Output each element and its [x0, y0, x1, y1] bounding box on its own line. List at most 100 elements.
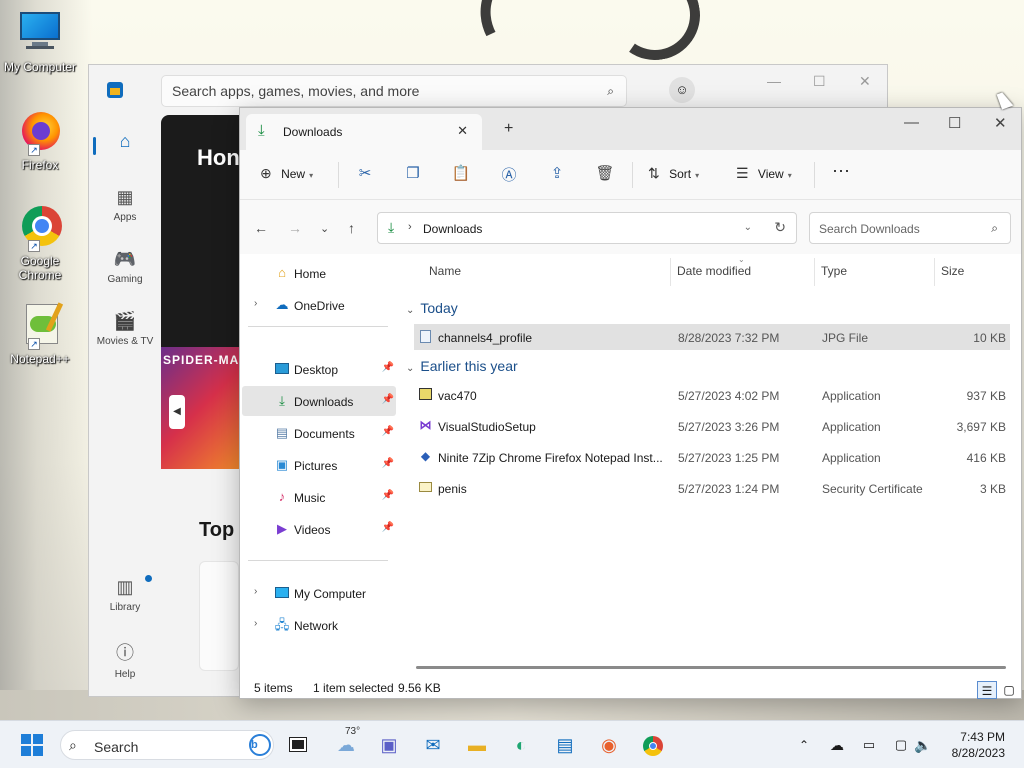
address-folder[interactable]: Downloads	[423, 222, 482, 236]
tab-downloads[interactable]: ⤓ Downloads ✕	[246, 114, 482, 150]
store-nav-gaming[interactable]: 🎮 Gaming	[93, 249, 157, 285]
task-view-icon[interactable]	[286, 731, 310, 759]
volume-icon[interactable]: 🔈	[912, 731, 934, 759]
tiles-view-icon[interactable]: ▢	[999, 681, 1019, 699]
pin-icon[interactable]: 📌	[382, 458, 394, 469]
sidebar-item-onedrive[interactable]: › ☁ OneDrive	[242, 290, 396, 320]
store-search-input[interactable]: Search apps, games, movies, and more ⌕	[161, 75, 627, 107]
group-header-today[interactable]: ⌄ Today	[406, 300, 458, 316]
close-tab-icon[interactable]: ✕	[457, 123, 468, 139]
file-list[interactable]: Name Date modified ⌄ Type Size ⌄ Today ch…	[400, 254, 1020, 670]
bing-icon[interactable]: b	[249, 734, 271, 756]
chrome-icon[interactable]	[639, 731, 667, 759]
sidebar-item-documents[interactable]: ▤ Documents 📌	[242, 418, 396, 448]
chevron-right-icon[interactable]: ›	[254, 586, 257, 597]
explorer-close-button[interactable]: ✕	[994, 114, 1007, 132]
store-minimize-button[interactable]: —	[767, 73, 781, 89]
sidebar-item-music[interactable]: ♪ Music 📌	[242, 482, 396, 512]
network-status-icon[interactable]: ▢	[890, 731, 912, 759]
delete-icon[interactable]: 🗑	[595, 164, 615, 182]
share-icon[interactable]: ⇪	[547, 164, 567, 182]
keyboard-icon[interactable]: ▭	[858, 731, 880, 759]
show-hidden-icons-chevron-icon[interactable]: ⌃	[794, 731, 814, 759]
column-header-size[interactable]: Size	[941, 264, 964, 278]
store-app-card[interactable]	[199, 561, 239, 671]
group-header-earlier[interactable]: ⌄ Earlier this year	[406, 358, 518, 374]
store-nav-apps[interactable]: ▦ Apps	[93, 187, 157, 223]
chat-icon[interactable]: ▣	[375, 731, 403, 759]
address-bar[interactable]: ⤓ › Downloads ⌄ ↻	[377, 212, 797, 244]
store-maximize-button[interactable]: ☐	[813, 73, 826, 90]
explorer-window[interactable]: ⤓ Downloads ✕ + — ☐ ✕ ⊕ New ▾ ✂ ❐ 📋 Ⓐ ⇪ 🗑…	[239, 107, 1022, 699]
edge-icon[interactable]: ◐	[507, 731, 535, 759]
clock-time[interactable]: 7:43 PM	[938, 730, 1005, 744]
sidebar-item-network[interactable]: › 🖧 Network	[242, 610, 396, 640]
desktop-icon-firefox[interactable]: ↗ Firefox	[0, 108, 80, 172]
table-row[interactable]: ⋈ VisualStudioSetup 5/27/2023 3:26 PM Ap…	[414, 413, 1010, 439]
sidebar-item-my-computer[interactable]: › My Computer	[242, 578, 396, 608]
table-row[interactable]: channels4_profile 8/28/2023 7:32 PM JPG …	[414, 324, 1010, 350]
horizontal-scrollbar[interactable]	[416, 666, 1006, 669]
pin-icon[interactable]: 📌	[382, 394, 394, 405]
forward-arrow-icon[interactable]: →	[288, 220, 302, 236]
clock-date[interactable]: 8/28/2023	[938, 746, 1005, 760]
table-row[interactable]: ◆ Ninite 7Zip Chrome Firefox Notepad Ins…	[414, 444, 1010, 470]
details-view-icon[interactable]: ☰	[977, 681, 997, 699]
chevron-right-icon[interactable]: ›	[254, 298, 257, 309]
pin-icon[interactable]: 📌	[382, 522, 394, 533]
back-arrow-icon[interactable]: ←	[254, 220, 268, 236]
store-nav-movies[interactable]: 🎬 Movies & TV	[93, 311, 157, 347]
desktop-icon-my-computer[interactable]: My Computer	[0, 10, 80, 74]
explorer-tabbar[interactable]: ⤓ Downloads ✕ + — ☐ ✕	[240, 108, 1021, 150]
onedrive-offline-icon[interactable]: ☁	[826, 731, 848, 759]
store-nav-home[interactable]: ⌂	[93, 131, 157, 156]
table-row[interactable]: penis 5/27/2023 1:24 PM Security Certifi…	[414, 475, 1010, 501]
up-arrow-icon[interactable]: ↑	[348, 220, 355, 236]
chevron-right-icon[interactable]: ›	[408, 221, 412, 233]
paste-icon[interactable]: 📋	[451, 164, 471, 182]
account-avatar-icon[interactable]: ☺	[669, 77, 695, 103]
mail-icon[interactable]: ✉	[419, 731, 447, 759]
chevron-down-icon[interactable]: ⌄	[744, 222, 752, 233]
view-button[interactable]: ☰ View ▾	[736, 165, 792, 182]
recent-locations-chevron-icon[interactable]: ⌄	[320, 222, 329, 235]
pin-icon[interactable]: 📌	[382, 426, 394, 437]
more-options-button[interactable]: ···	[832, 160, 850, 181]
store-icon[interactable]: ▤	[551, 731, 579, 759]
sidebar-item-desktop[interactable]: Desktop 📌	[242, 354, 396, 384]
column-divider[interactable]	[670, 258, 671, 286]
file-explorer-icon[interactable]: ▬	[463, 731, 491, 759]
column-header-name[interactable]: Name	[429, 264, 461, 278]
search-icon[interactable]: ⌕	[991, 221, 998, 236]
store-close-button[interactable]: ✕	[859, 73, 871, 90]
column-header-type[interactable]: Type	[821, 264, 847, 278]
store-nav-help[interactable]: ⓘ Help	[93, 639, 157, 680]
sidebar-item-pictures[interactable]: ▣ Pictures 📌	[242, 450, 396, 480]
explorer-search-input[interactable]: Search Downloads ⌕	[809, 212, 1011, 244]
explorer-maximize-button[interactable]: ☐	[948, 114, 961, 132]
column-divider[interactable]	[934, 258, 935, 286]
sidebar-item-downloads[interactable]: ⤓ Downloads 📌	[242, 386, 396, 416]
table-row[interactable]: vac470 5/27/2023 4:02 PM Application 937…	[414, 382, 1010, 408]
column-divider[interactable]	[814, 258, 815, 286]
sidebar-item-home[interactable]: ⌂ Home	[242, 258, 396, 288]
pin-icon[interactable]: 📌	[382, 362, 394, 373]
explorer-minimize-button[interactable]: —	[904, 114, 919, 131]
desktop-icon-notepadpp[interactable]: ↗ Notepad++	[0, 302, 80, 366]
copy-icon[interactable]: ❐	[403, 164, 423, 182]
rename-icon[interactable]: Ⓐ	[499, 164, 519, 185]
desktop-icon-chrome[interactable]: ↗ Google Chrome	[0, 204, 80, 282]
firefox-icon[interactable]: ◉	[595, 731, 623, 759]
store-nav-library[interactable]: ▥ Library	[93, 575, 157, 613]
sort-button[interactable]: ⇅ Sort ▾	[648, 165, 699, 182]
start-button[interactable]	[21, 734, 43, 756]
cut-icon[interactable]: ✂	[355, 164, 375, 182]
taskbar-search[interactable]: ⌕ Search b	[60, 730, 274, 760]
new-tab-button[interactable]: +	[504, 120, 513, 138]
search-icon[interactable]: ⌕	[607, 84, 614, 99]
chevron-right-icon[interactable]: ›	[254, 618, 257, 629]
column-header-date[interactable]: Date modified	[677, 264, 751, 278]
hero-prev-button[interactable]: ◀	[169, 395, 185, 429]
refresh-icon[interactable]: ↻	[774, 219, 786, 236]
new-button[interactable]: ⊕ New ▾	[260, 165, 313, 182]
